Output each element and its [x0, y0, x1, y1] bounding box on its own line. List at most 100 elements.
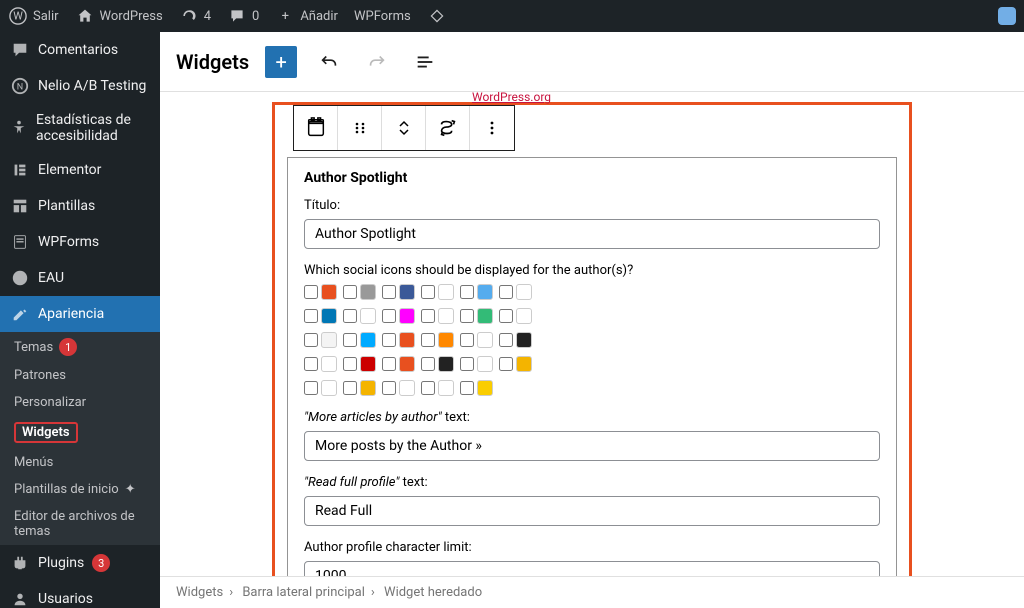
social-checkbox-item[interactable]: [460, 284, 493, 300]
more-options-button[interactable]: [470, 106, 514, 150]
social-checkbox-item[interactable]: [421, 308, 454, 324]
more-articles-input[interactable]: [304, 431, 880, 461]
sidebar-sub-temas[interactable]: Temas 1: [0, 332, 160, 362]
social-checkbox-item[interactable]: [304, 356, 337, 372]
sidebar-sub-widgets[interactable]: Widgets: [0, 416, 160, 449]
social-checkbox[interactable]: [460, 309, 474, 323]
social-checkbox[interactable]: [343, 381, 357, 395]
sidebar-sub-menus[interactable]: Menús: [0, 449, 160, 476]
sidebar-item-elementor[interactable]: Elementor: [0, 152, 160, 188]
sidebar-item-plantillas[interactable]: Plantillas: [0, 188, 160, 224]
transform-button[interactable]: [426, 106, 470, 150]
social-checkbox-item[interactable]: [421, 380, 454, 396]
social-checkbox[interactable]: [382, 285, 396, 299]
social-checkbox-item[interactable]: [343, 356, 376, 372]
social-checkbox-item[interactable]: [421, 284, 454, 300]
social-checkbox[interactable]: [382, 357, 396, 371]
social-checkbox-item[interactable]: [460, 380, 493, 396]
social-checkbox[interactable]: [304, 357, 318, 371]
social-checkbox[interactable]: [421, 381, 435, 395]
title-input[interactable]: [304, 219, 880, 249]
social-checkbox-item[interactable]: [382, 284, 415, 300]
social-checkbox[interactable]: [304, 333, 318, 347]
social-checkbox-item[interactable]: [304, 380, 337, 396]
move-updown-button[interactable]: [382, 106, 426, 150]
adminbar-updates[interactable]: 4: [179, 6, 211, 26]
social-checkbox-item[interactable]: [343, 284, 376, 300]
social-checkbox-item[interactable]: [499, 284, 532, 300]
social-checkbox[interactable]: [421, 357, 435, 371]
social-checkbox[interactable]: [460, 381, 474, 395]
sidebar-item-nelio[interactable]: NNelio A/B Testing: [0, 68, 160, 104]
adminbar-user[interactable]: [998, 7, 1016, 25]
social-checkbox-item[interactable]: [499, 356, 532, 372]
redo-button[interactable]: [361, 46, 393, 78]
social-checkbox-item[interactable]: [382, 380, 415, 396]
social-checkbox[interactable]: [460, 357, 474, 371]
block-type-button[interactable]: [294, 106, 338, 150]
char-limit-input[interactable]: [304, 561, 880, 576]
social-checkbox-item[interactable]: [421, 332, 454, 348]
social-checkbox[interactable]: [499, 285, 513, 299]
undo-button[interactable]: [313, 46, 345, 78]
social-checkbox[interactable]: [343, 333, 357, 347]
social-checkbox[interactable]: [499, 357, 513, 371]
social-checkbox[interactable]: [343, 285, 357, 299]
sidebar-item-wpforms[interactable]: WPForms: [0, 224, 160, 260]
breadcrumb-item[interactable]: Widget heredado: [384, 585, 482, 600]
social-checkbox[interactable]: [382, 381, 396, 395]
social-checkbox-item[interactable]: [460, 308, 493, 324]
social-checkbox-item[interactable]: [499, 332, 532, 348]
sidebar-item-comentarios[interactable]: Comentarios: [0, 32, 160, 68]
sidebar-item-apariencia[interactable]: Apariencia: [0, 296, 160, 332]
social-checkbox[interactable]: [304, 285, 318, 299]
social-checkbox-item[interactable]: [460, 356, 493, 372]
wporg-link[interactable]: WordPress.org: [472, 92, 551, 104]
sidebar-sub-plantillas-inicio[interactable]: Plantillas de inicio ✦: [0, 476, 160, 503]
social-checkbox[interactable]: [421, 333, 435, 347]
social-checkbox[interactable]: [343, 309, 357, 323]
social-checkbox-item[interactable]: [421, 356, 454, 372]
social-checkbox-item[interactable]: [343, 308, 376, 324]
social-checkbox-item[interactable]: [304, 284, 337, 300]
sidebar-item-usuarios[interactable]: Usuarios: [0, 581, 160, 608]
social-checkbox-item[interactable]: [382, 356, 415, 372]
social-checkbox[interactable]: [499, 309, 513, 323]
social-checkbox-item[interactable]: [499, 308, 532, 324]
sidebar-sub-personalizar[interactable]: Personalizar: [0, 389, 160, 416]
social-checkbox[interactable]: [460, 285, 474, 299]
social-checkbox-item[interactable]: [343, 332, 376, 348]
sidebar-item-eau[interactable]: EAU: [0, 260, 160, 296]
social-checkbox-item[interactable]: [382, 332, 415, 348]
social-checkbox[interactable]: [460, 333, 474, 347]
social-checkbox-item[interactable]: [343, 380, 376, 396]
social-checkbox[interactable]: [421, 309, 435, 323]
sidebar-item-plugins[interactable]: Plugins 3: [0, 545, 160, 581]
social-checkbox-item[interactable]: [304, 308, 337, 324]
breadcrumb-item[interactable]: Widgets: [176, 585, 223, 600]
social-checkbox-item[interactable]: [382, 308, 415, 324]
social-checkbox[interactable]: [304, 381, 318, 395]
adminbar-wpforms[interactable]: WPForms: [354, 9, 411, 24]
social-checkbox[interactable]: [382, 309, 396, 323]
adminbar-logo[interactable]: WSalir: [8, 6, 59, 26]
adminbar-add[interactable]: +Añadir: [275, 6, 338, 26]
social-checkbox[interactable]: [421, 285, 435, 299]
sidebar-sub-patrones[interactable]: Patrones: [0, 362, 160, 389]
list-view-button[interactable]: [409, 46, 441, 78]
adminbar-comments[interactable]: 0: [227, 6, 259, 26]
social-checkbox[interactable]: [304, 309, 318, 323]
sidebar-sub-editor-archivos[interactable]: Editor de archivos de temas: [0, 503, 160, 545]
add-block-button[interactable]: +: [265, 46, 297, 78]
social-checkbox-item[interactable]: [304, 332, 337, 348]
social-checkbox[interactable]: [382, 333, 396, 347]
drag-handle-button[interactable]: [338, 106, 382, 150]
adminbar-extra[interactable]: [427, 6, 447, 26]
social-checkbox[interactable]: [499, 333, 513, 347]
adminbar-site[interactable]: WordPress: [75, 6, 163, 26]
social-checkbox-item[interactable]: [460, 332, 493, 348]
social-checkbox[interactable]: [343, 357, 357, 371]
read-profile-input[interactable]: [304, 496, 880, 526]
sidebar-item-estad[interactable]: Estadísticas de accesibilidad: [0, 104, 160, 152]
breadcrumb-item[interactable]: Barra lateral principal: [242, 585, 365, 600]
